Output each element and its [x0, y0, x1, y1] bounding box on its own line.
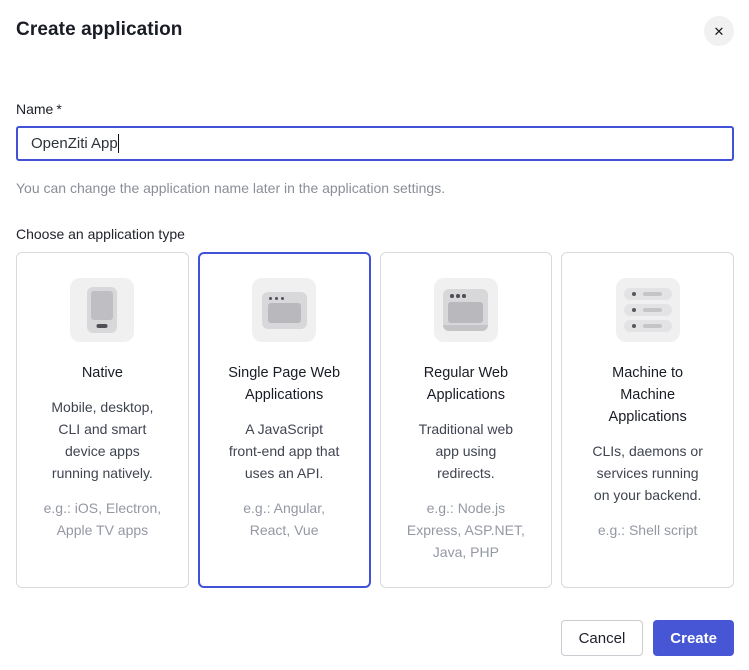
app-type-card-regular-web[interactable]: Regular Web Applications Traditional web… [380, 252, 553, 588]
card-examples: e.g.: iOS, Electron, Apple TV apps [32, 497, 172, 541]
create-application-modal: Create application ✕ Name* You can chang… [0, 0, 749, 670]
card-description: Traditional web app using redirects. [396, 418, 536, 484]
cancel-button[interactable]: Cancel [561, 620, 644, 656]
web-server-icon [434, 278, 498, 342]
card-examples: e.g.: Angular, React, Vue [214, 497, 354, 541]
card-title: Single Page Web Applications [214, 362, 354, 406]
app-type-card-m2m[interactable]: Machine to Machine Applications CLIs, da… [561, 252, 734, 588]
application-name-input[interactable] [16, 126, 734, 161]
card-title: Regular Web Applications [396, 362, 536, 406]
application-type-label: Choose an application type [16, 226, 734, 242]
browser-window-icon [252, 278, 316, 342]
card-title: Machine to Machine Applications [578, 362, 718, 428]
application-type-cards: Native Mobile, desktop, CLI and smart de… [16, 252, 734, 588]
name-label-text: Name [16, 101, 53, 117]
close-icon: ✕ [714, 25, 725, 38]
name-help-text: You can change the application name late… [16, 180, 734, 196]
card-examples: e.g.: Node.js Express, ASP.NET, Java, PH… [396, 497, 536, 563]
modal-footer: Cancel Create [561, 620, 734, 656]
name-input-wrapper [16, 126, 734, 161]
card-description: CLIs, daemons or services running on you… [578, 440, 718, 506]
text-caret [118, 134, 119, 153]
close-button[interactable]: ✕ [704, 16, 734, 46]
name-field-label: Name* [16, 101, 734, 117]
create-button[interactable]: Create [653, 620, 734, 656]
required-marker: * [56, 101, 61, 117]
card-description: Mobile, desktop, CLI and smart device ap… [32, 396, 172, 484]
card-title: Native [32, 362, 172, 384]
card-description: A JavaScript front-end app that uses an … [214, 418, 354, 484]
app-type-card-spa[interactable]: Single Page Web Applications A JavaScrip… [198, 252, 371, 588]
mobile-phone-icon [70, 278, 134, 342]
modal-title: Create application [16, 19, 183, 41]
card-examples: e.g.: Shell script [578, 519, 718, 541]
modal-header: Create application ✕ [16, 16, 734, 46]
app-type-card-native[interactable]: Native Mobile, desktop, CLI and smart de… [16, 252, 189, 588]
server-list-icon [616, 278, 680, 342]
